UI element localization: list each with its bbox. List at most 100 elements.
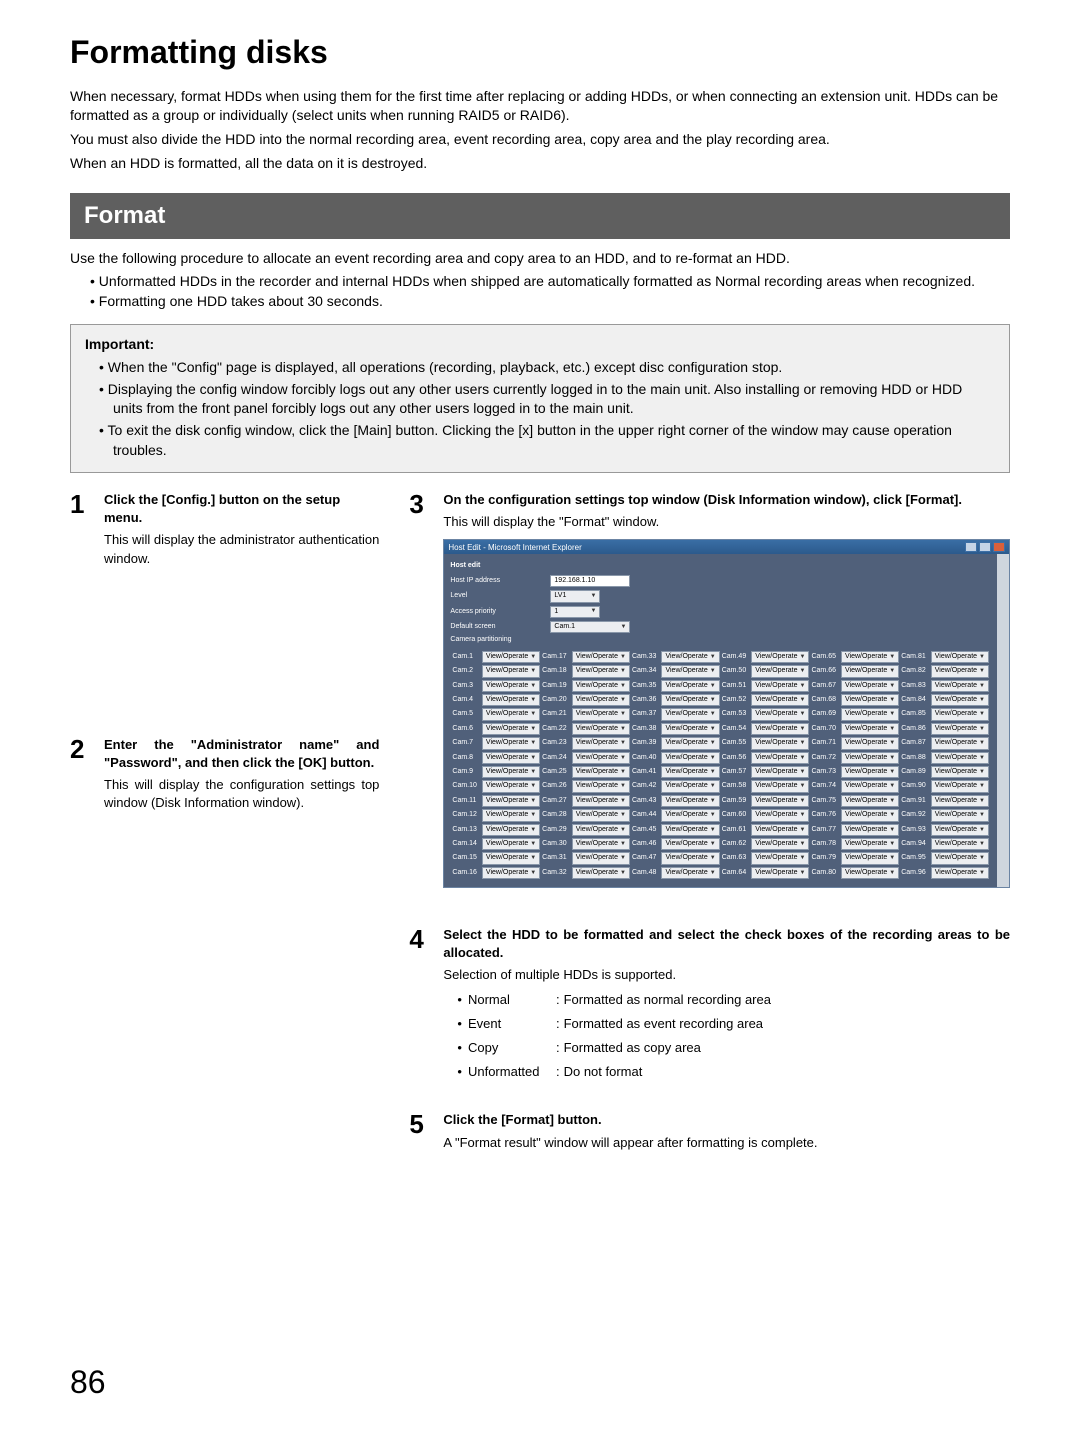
ss-cam-select[interactable]: View/Operate▼ <box>751 723 809 735</box>
ss-cam-select[interactable]: View/Operate▼ <box>572 780 630 792</box>
ss-cam-select[interactable]: View/Operate▼ <box>661 766 719 778</box>
ss-cam-select[interactable]: View/Operate▼ <box>572 737 630 749</box>
ss-cam-select[interactable]: View/Operate▼ <box>572 852 630 864</box>
ss-cam-select[interactable]: View/Operate▼ <box>572 651 630 663</box>
minimize-icon[interactable] <box>965 542 977 552</box>
ss-priority-select[interactable]: 1▼ <box>550 606 600 618</box>
ss-cam-select[interactable]: View/Operate▼ <box>751 708 809 720</box>
ss-cam-select[interactable]: View/Operate▼ <box>482 852 540 864</box>
ss-cam-select[interactable]: View/Operate▼ <box>482 867 540 879</box>
ss-cam-select[interactable]: View/Operate▼ <box>931 766 989 778</box>
ss-cam-select[interactable]: View/Operate▼ <box>661 694 719 706</box>
ss-cam-select[interactable]: View/Operate▼ <box>482 824 540 836</box>
ss-cam-select[interactable]: View/Operate▼ <box>931 838 989 850</box>
ss-cam-select[interactable]: View/Operate▼ <box>931 651 989 663</box>
ss-ip-input[interactable]: 192.168.1.10 <box>550 575 630 587</box>
ss-cam-select[interactable]: View/Operate▼ <box>661 708 719 720</box>
ss-cam-select[interactable]: View/Operate▼ <box>661 867 719 879</box>
ss-cam-select[interactable]: View/Operate▼ <box>661 680 719 692</box>
ss-cam-select[interactable]: View/Operate▼ <box>482 766 540 778</box>
ss-cam-select[interactable]: View/Operate▼ <box>931 737 989 749</box>
ss-cam-select[interactable]: View/Operate▼ <box>661 752 719 764</box>
close-icon[interactable] <box>993 542 1005 552</box>
ss-cam-select[interactable]: View/Operate▼ <box>661 723 719 735</box>
ss-cam-select[interactable]: View/Operate▼ <box>572 708 630 720</box>
ss-cam-select[interactable]: View/Operate▼ <box>841 708 899 720</box>
ss-cam-select[interactable]: View/Operate▼ <box>841 867 899 879</box>
ss-cam-select[interactable]: View/Operate▼ <box>841 852 899 864</box>
ss-cam-select[interactable]: View/Operate▼ <box>931 780 989 792</box>
ss-cam-select[interactable]: View/Operate▼ <box>482 780 540 792</box>
ss-cam-select[interactable]: View/Operate▼ <box>931 795 989 807</box>
ss-cam-select[interactable]: View/Operate▼ <box>661 651 719 663</box>
ss-cam-select[interactable]: View/Operate▼ <box>841 809 899 821</box>
ss-cam-select[interactable]: View/Operate▼ <box>482 723 540 735</box>
ss-cam-select[interactable]: View/Operate▼ <box>841 723 899 735</box>
ss-cam-select[interactable]: View/Operate▼ <box>661 737 719 749</box>
ss-cam-select[interactable]: View/Operate▼ <box>482 838 540 850</box>
ss-cam-select[interactable]: View/Operate▼ <box>751 694 809 706</box>
ss-cam-select[interactable]: View/Operate▼ <box>572 766 630 778</box>
ss-cam-select[interactable]: View/Operate▼ <box>931 752 989 764</box>
ss-cam-select[interactable]: View/Operate▼ <box>482 694 540 706</box>
ss-cam-select[interactable]: View/Operate▼ <box>931 680 989 692</box>
ss-cam-select[interactable]: View/Operate▼ <box>931 694 989 706</box>
ss-cam-select[interactable]: View/Operate▼ <box>751 737 809 749</box>
ss-cam-select[interactable]: View/Operate▼ <box>841 651 899 663</box>
ss-cam-select[interactable]: View/Operate▼ <box>572 795 630 807</box>
ss-cam-select[interactable]: View/Operate▼ <box>931 809 989 821</box>
ss-cam-select[interactable]: View/Operate▼ <box>931 867 989 879</box>
ss-cam-select[interactable]: View/Operate▼ <box>482 752 540 764</box>
ss-cam-select[interactable]: View/Operate▼ <box>841 752 899 764</box>
ss-cam-select[interactable]: View/Operate▼ <box>661 838 719 850</box>
ss-cam-select[interactable]: View/Operate▼ <box>572 752 630 764</box>
ss-cam-select[interactable]: View/Operate▼ <box>841 665 899 677</box>
ss-cam-select[interactable]: View/Operate▼ <box>482 708 540 720</box>
ss-cam-select[interactable]: View/Operate▼ <box>751 665 809 677</box>
ss-cam-select[interactable]: View/Operate▼ <box>751 651 809 663</box>
ss-cam-select[interactable]: View/Operate▼ <box>661 852 719 864</box>
ss-cam-select[interactable]: View/Operate▼ <box>841 795 899 807</box>
ss-cam-select[interactable]: View/Operate▼ <box>751 795 809 807</box>
ss-cam-select[interactable]: View/Operate▼ <box>572 723 630 735</box>
ss-cam-select[interactable]: View/Operate▼ <box>751 867 809 879</box>
ss-cam-select[interactable]: View/Operate▼ <box>841 780 899 792</box>
ss-cam-select[interactable]: View/Operate▼ <box>661 809 719 821</box>
ss-cam-select[interactable]: View/Operate▼ <box>841 824 899 836</box>
ss-cam-select[interactable]: View/Operate▼ <box>572 680 630 692</box>
ss-screen-select[interactable]: Cam.1▼ <box>550 621 630 633</box>
ss-cam-select[interactable]: View/Operate▼ <box>841 694 899 706</box>
ss-cam-select[interactable]: View/Operate▼ <box>572 824 630 836</box>
ss-cam-select[interactable]: View/Operate▼ <box>661 795 719 807</box>
ss-cam-select[interactable]: View/Operate▼ <box>482 651 540 663</box>
ss-cam-select[interactable]: View/Operate▼ <box>482 795 540 807</box>
ss-cam-select[interactable]: View/Operate▼ <box>751 852 809 864</box>
ss-cam-select[interactable]: View/Operate▼ <box>751 838 809 850</box>
ss-cam-select[interactable]: View/Operate▼ <box>572 694 630 706</box>
ss-cam-select[interactable]: View/Operate▼ <box>841 838 899 850</box>
ss-cam-select[interactable]: View/Operate▼ <box>572 867 630 879</box>
ss-cam-select[interactable]: View/Operate▼ <box>572 809 630 821</box>
ss-cam-select[interactable]: View/Operate▼ <box>931 824 989 836</box>
ss-cam-select[interactable]: View/Operate▼ <box>482 809 540 821</box>
ss-cam-select[interactable]: View/Operate▼ <box>572 838 630 850</box>
ss-cam-select[interactable]: View/Operate▼ <box>931 665 989 677</box>
ss-cam-select[interactable]: View/Operate▼ <box>931 852 989 864</box>
ss-level-select[interactable]: LV1▼ <box>550 590 600 602</box>
ss-cam-select[interactable]: View/Operate▼ <box>751 780 809 792</box>
ss-cam-select[interactable]: View/Operate▼ <box>841 680 899 692</box>
ss-cam-select[interactable]: View/Operate▼ <box>751 680 809 692</box>
ss-cam-select[interactable]: View/Operate▼ <box>751 824 809 836</box>
ss-cam-select[interactable]: View/Operate▼ <box>661 824 719 836</box>
ss-cam-select[interactable]: View/Operate▼ <box>931 723 989 735</box>
ss-cam-select[interactable]: View/Operate▼ <box>751 766 809 778</box>
ss-cam-select[interactable]: View/Operate▼ <box>482 665 540 677</box>
scrollbar[interactable] <box>997 554 1009 887</box>
ss-cam-select[interactable]: View/Operate▼ <box>482 680 540 692</box>
ss-cam-select[interactable]: View/Operate▼ <box>751 809 809 821</box>
ss-cam-select[interactable]: View/Operate▼ <box>661 780 719 792</box>
ss-cam-select[interactable]: View/Operate▼ <box>841 766 899 778</box>
ss-cam-select[interactable]: View/Operate▼ <box>482 737 540 749</box>
ss-cam-select[interactable]: View/Operate▼ <box>931 708 989 720</box>
ss-cam-select[interactable]: View/Operate▼ <box>751 752 809 764</box>
